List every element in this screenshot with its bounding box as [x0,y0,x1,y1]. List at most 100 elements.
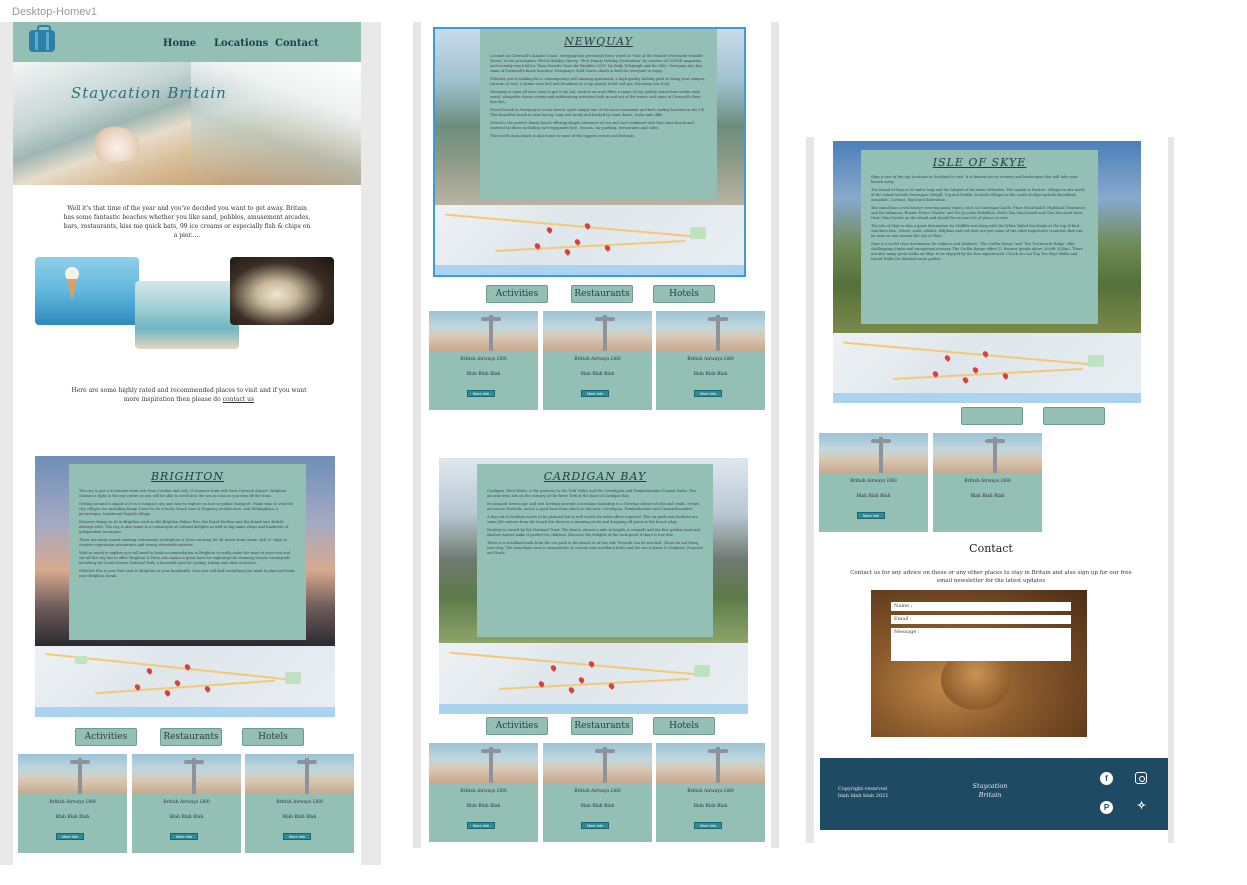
destination-paragraph: The island has a rich history covering m… [871,206,1086,220]
more-info-button[interactable]: More Info [467,390,495,397]
more-info-button[interactable]: More Info [467,822,495,829]
teddy-bear-image: Name : Email : Message : [871,590,1087,737]
destination-paragraph: Fistral is the perfect family beach offe… [490,121,694,130]
hero-wave-image [191,62,361,185]
tab-hotels[interactable]: Hotels [653,285,715,303]
artboard-skye-contact[interactable]: ISLE OF SKYE Skye is one of the top loca… [806,137,1174,843]
card-text: Blah Blah Blah [693,804,728,809]
copyright-line: blah blah blah 2021 [838,793,889,799]
destination-paragraph: There is a woodland walk from the car pa… [487,541,703,555]
instagram-icon[interactable] [1135,772,1147,784]
pinterest-icon[interactable]: P [1100,801,1113,814]
cardigan-info-card: CARDIGAN BAY Cardigan, West Wales, is th… [477,464,713,637]
artboard-label[interactable]: Desktop-Homev1 [12,6,97,18]
more-info-button[interactable]: More Info [56,833,84,840]
i360-image [18,754,127,794]
tab-restaurants[interactable]: Restaurants [571,285,633,303]
home-page: Home Locations Contact Staycation Britai… [13,22,361,865]
attraction-card: British Airways i360 Blah Blah Blah More… [429,743,538,842]
i360-image [543,311,652,351]
name-field[interactable]: Name : [891,602,1071,611]
more-info-button[interactable]: More Info [581,390,609,397]
destination-title: NEWQUAY [564,35,633,48]
destination-newquay[interactable]: NEWQUAY Located on Cornwall's Atlantic C… [433,27,746,277]
email-field[interactable]: Email : [891,615,1071,624]
destination-paragraph: The city is just a 60-minute train ride … [79,489,287,498]
card-title: British Airways i360 [850,479,897,484]
attraction-card: British Airways i360 Blah Blah Blah More… [543,743,652,842]
tab-restaurants[interactable]: Restaurants [160,728,222,746]
destination-paragraph: A day out at Penbryn needs to be planned… [487,515,698,524]
artboard-locations[interactable]: NEWQUAY Located on Cornwall's Atlantic C… [413,22,779,848]
destination-title: BRIGHTON [150,470,225,483]
skye-map[interactable] [833,333,1141,403]
more-info-button[interactable]: More Info [170,833,198,840]
attraction-card: British Airways i360 Blah Blah Blah More… [18,754,127,853]
copyright-line: Copyright reserved [838,786,888,792]
tab-hotels[interactable]: Hotels [242,728,304,746]
i360-image [132,754,241,794]
cardigan-map[interactable] [439,643,748,714]
twitter-icon[interactable]: ✧ [1135,800,1148,813]
more-info-button[interactable]: More Info [694,390,722,397]
contact-title: Contact [969,542,1013,555]
site-header: Home Locations Contact [13,22,361,62]
card-title: British Airways i360 [574,357,621,362]
contact-text: Contact us for any advice on these or an… [850,570,1132,584]
card-text: Blah Blah Blah [580,372,615,377]
destination-paragraph: This world class beach is also home to s… [490,134,636,138]
destination-paragraph: The Isle of Skye is also a great destina… [871,224,1083,238]
more-info-button[interactable]: More Info [857,512,885,519]
destination-paragraph: Fistral beach in Newquay is iconic beach… [490,108,706,117]
recommend-copy: Here are some highly rated and recommend… [71,387,307,403]
intro-text: Well it's that time of the year and you'… [63,205,311,239]
more-info-button[interactable]: More Info [283,833,311,840]
tab-activities[interactable]: Activities [75,728,137,746]
artboard-home[interactable]: Home Locations Contact Staycation Britai… [0,22,381,865]
skye-info-card: ISLE OF SKYE Skye is one of the top loca… [861,150,1098,324]
card-title: British Airways i360 [460,357,507,362]
footer-brand-line: Staycation [972,782,1008,790]
destination-paragraph: Its unspoilt townscape and rich heritage… [487,502,700,511]
destination-paragraph: Cardigan, West Wales, is the gateway to … [487,489,696,498]
contact-us-link[interactable]: contact us [223,396,254,403]
nav-locations[interactable]: Locations [214,38,268,49]
facebook-icon[interactable]: f [1100,772,1113,785]
nav-contact[interactable]: Contact [275,38,319,49]
destination-paragraph: Whether you're looking for a contemporar… [490,77,706,86]
attraction-card: British Airways i360 Blah Blah Blah More… [245,754,354,853]
i360-image [933,433,1042,473]
hero-shell-image [92,123,142,165]
tab-activities[interactable]: Activities [486,717,548,735]
attraction-card: British Airways i360 Blah Blah Blah More… [429,311,538,410]
i360-image [656,743,765,783]
destination-brighton: BRIGHTON The city is just a 60-minute tr… [35,456,335,717]
nav-home[interactable]: Home [163,38,196,49]
brighton-map[interactable] [35,646,335,717]
card-title: British Airways i360 [49,800,96,805]
card-title: British Airways i360 [460,789,507,794]
message-field[interactable]: Message : [891,628,1071,661]
i360-image [429,743,538,783]
destination-paragraph: Located on Cornwall's Atlantic Coast, Ne… [490,54,703,73]
tab-hotels[interactable]: Hotels [653,717,715,735]
card-title: British Airways i360 [276,800,323,805]
suitcase-logo-icon[interactable] [29,25,55,52]
tab-empty[interactable] [1043,407,1105,425]
hero-banner: Staycation Britain [13,62,361,185]
card-title: British Airways i360 [687,789,734,794]
locations-page: NEWQUAY Located on Cornwall's Atlantic C… [421,22,771,848]
destination-paragraph: The Island of Skye is 50 miles long and … [871,188,1085,202]
card-title: British Airways i360 [964,479,1011,484]
more-info-button[interactable]: More Info [694,822,722,829]
more-info-button[interactable]: More Info [581,822,609,829]
newquay-map[interactable] [435,205,744,275]
destination-cardigan-bay: CARDIGAN BAY Cardigan, West Wales, is th… [439,458,748,714]
i360-image [543,743,652,783]
tab-activities[interactable]: Activities [486,285,548,303]
destination-paragraph: Penbryn is owned by the National Trust. … [487,528,700,537]
tab-restaurants[interactable]: Restaurants [571,717,633,735]
destination-paragraph: Skye is a world class destination for wa… [871,242,1083,261]
tab-empty[interactable] [961,407,1023,425]
card-text: Blah Blah Blah [55,815,90,820]
